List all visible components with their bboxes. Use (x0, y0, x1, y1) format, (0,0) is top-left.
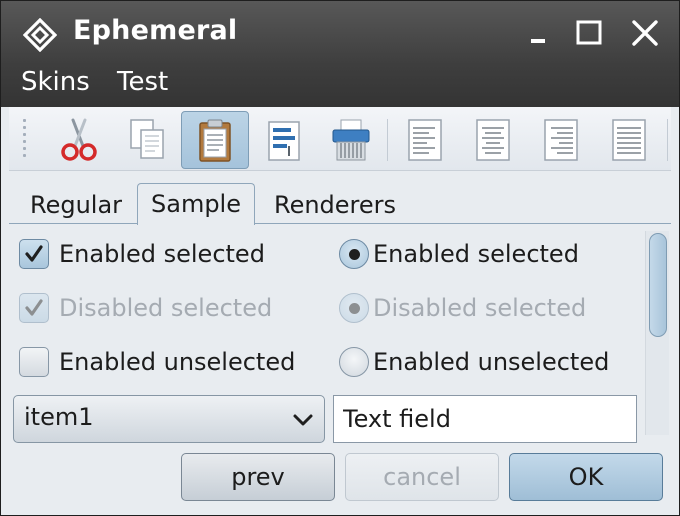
prev-button[interactable]: prev (181, 453, 335, 501)
menu-test[interactable]: Test (117, 67, 168, 97)
tab-renderers[interactable]: Renderers (267, 185, 403, 225)
checkbox-label: Disabled selected (59, 294, 273, 322)
radio-label: Disabled selected (373, 294, 587, 322)
tab-regular[interactable]: Regular (21, 185, 131, 225)
copy-icon (130, 119, 164, 159)
copy-button[interactable] (113, 111, 181, 169)
toolbar-separator (667, 119, 668, 161)
cut-icon (61, 118, 97, 161)
cut-button[interactable] (45, 111, 113, 169)
item-combo-box[interactable]: item1 (13, 395, 325, 443)
toolbar-grip-handle[interactable] (23, 119, 29, 163)
align-center-icon (476, 119, 510, 161)
minimize-icon (531, 39, 545, 43)
align-left-button[interactable] (391, 111, 459, 169)
find-button[interactable] (249, 111, 317, 169)
paste-button[interactable] (181, 111, 249, 169)
checkbox-label: Enabled unselected (59, 348, 296, 376)
radio-dot (349, 303, 360, 314)
toolbar-separator (387, 119, 388, 161)
sample-panel: Enabled selected Disabled selected Enabl… (9, 225, 671, 443)
ok-button[interactable]: OK (509, 453, 663, 501)
minimize-button[interactable] (525, 17, 557, 49)
combo-value: item1 (24, 403, 94, 431)
radio-button (339, 293, 369, 323)
window-title: Ephemeral (73, 15, 238, 46)
radio-button[interactable] (339, 347, 369, 377)
maximize-icon (576, 20, 602, 45)
cancel-button: cancel (345, 453, 499, 501)
shred-icon (332, 119, 370, 161)
diamond-cross-icon (22, 17, 58, 53)
close-button[interactable] (629, 17, 661, 49)
shred-button[interactable] (317, 111, 385, 169)
chevron-down-icon (293, 414, 313, 426)
align-left-icon (408, 119, 442, 161)
maximize-button[interactable] (573, 17, 605, 49)
radio-label: Enabled selected (373, 240, 579, 268)
text-field[interactable] (333, 395, 637, 443)
checkbox-box[interactable] (19, 239, 49, 269)
radio-dot (349, 249, 360, 260)
checkmark-icon (25, 245, 43, 262)
text-field-input[interactable] (334, 396, 636, 442)
align-right-icon (544, 119, 578, 161)
scrollbar-thumb[interactable] (649, 233, 667, 337)
checkbox-box (19, 293, 49, 323)
app-window: Ephemeral Skins Test Regular Sample Rend… (0, 0, 680, 516)
radio-label: Enabled unselected (373, 348, 610, 376)
menu-bar: Skins Test (1, 65, 679, 107)
vertical-scrollbar[interactable] (645, 231, 669, 435)
align-justify-icon (612, 119, 646, 161)
checkbox-label: Enabled selected (59, 240, 265, 268)
align-justify-button[interactable] (595, 111, 663, 169)
tab-strip: Regular Sample Renderers (9, 181, 671, 225)
checkbox-box[interactable] (19, 347, 49, 377)
find-icon (268, 121, 300, 161)
paste-icon (199, 119, 231, 162)
toolbar (9, 107, 671, 171)
close-icon (632, 20, 658, 46)
tab-sample[interactable]: Sample (137, 183, 255, 225)
align-right-button[interactable] (527, 111, 595, 169)
checkmark-icon (25, 299, 43, 316)
title-bar[interactable]: Ephemeral (1, 1, 679, 65)
align-center-button[interactable] (459, 111, 527, 169)
menu-skins[interactable]: Skins (21, 67, 90, 97)
radio-button[interactable] (339, 239, 369, 269)
